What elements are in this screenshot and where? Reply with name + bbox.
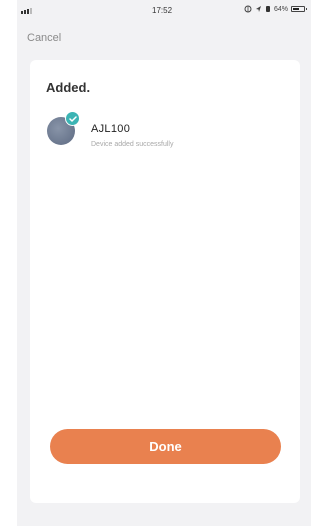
- result-card: Added. AJL100 Device added successfully …: [30, 60, 300, 503]
- done-button[interactable]: Done: [50, 429, 281, 464]
- phone-frame: 17:52 64% Cancel Added. AJL100 Device ad…: [0, 0, 318, 526]
- device-status: Device added successfully: [91, 141, 174, 148]
- check-icon: [65, 111, 80, 126]
- battery-percent: 64%: [273, 5, 288, 13]
- cancel-button[interactable]: Cancel: [27, 32, 61, 44]
- status-bar: 17:52 64%: [17, 0, 311, 22]
- battery-fill: [293, 8, 299, 10]
- device-item: AJL100 Device added successfully: [47, 111, 287, 151]
- screen: 17:52 64% Cancel Added. AJL100 Device ad…: [17, 0, 311, 526]
- location-icon: [255, 6, 261, 12]
- status-time: 17:52: [152, 6, 173, 15]
- battery-icon: [291, 6, 307, 12]
- status-icons: 64%: [244, 5, 307, 13]
- card-title: Added.: [46, 80, 91, 95]
- signal-icon: [21, 8, 32, 14]
- lock-icon: [244, 5, 252, 13]
- device-name: AJL100: [91, 123, 131, 135]
- alarm-icon: [265, 6, 270, 12]
